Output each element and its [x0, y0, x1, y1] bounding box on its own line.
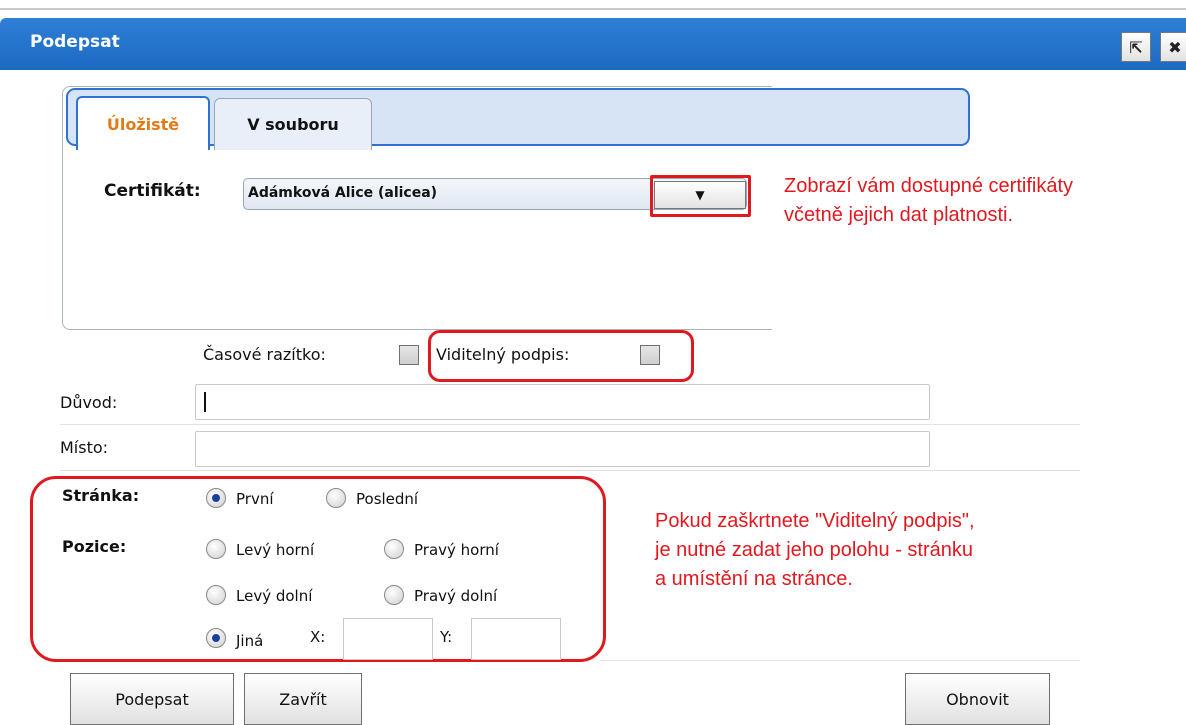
dialog-titlebar[interactable]: Podepsat ⇱ ✖	[0, 18, 1186, 70]
tab-storage-label: Úložistě	[106, 114, 180, 134]
sign-button[interactable]: Podepsat	[70, 673, 234, 725]
divider	[60, 470, 1080, 471]
certificate-label: Certifikát:	[104, 181, 201, 201]
position-annotation-line-3: a umístění na stránce.	[655, 568, 853, 590]
place-input[interactable]	[195, 431, 930, 467]
position-top-left-radio[interactable]	[206, 539, 226, 559]
position-bottom-left-label: Levý dolní	[236, 587, 313, 605]
divider	[600, 660, 1080, 661]
position-top-left-label: Levý horní	[236, 541, 315, 559]
highlight-certificate-dropdown	[650, 175, 751, 217]
page-first-label: První	[236, 490, 274, 508]
highlight-visible-signature	[428, 330, 694, 382]
dialog-title: Podepsat	[30, 32, 120, 52]
reason-label: Důvod:	[60, 393, 118, 412]
top-divider	[0, 8, 1186, 10]
x-input[interactable]	[343, 618, 433, 660]
certificate-annotation-line-1: Zobrazí vám dostupné certifikáty	[784, 175, 1074, 197]
popout-button[interactable]: ⇱	[1121, 32, 1151, 62]
popout-icon: ⇱	[1129, 37, 1143, 57]
text-caret	[204, 392, 206, 412]
position-label: Pozice:	[62, 537, 127, 556]
position-bottom-left-radio[interactable]	[206, 585, 226, 605]
position-bottom-right-radio[interactable]	[384, 585, 404, 605]
position-top-right-radio[interactable]	[384, 539, 404, 559]
close-window-button[interactable]: ✖	[1160, 32, 1186, 62]
y-input[interactable]	[471, 618, 561, 660]
page-label: Stránka:	[62, 486, 140, 505]
x-label: X:	[310, 628, 326, 646]
close-button[interactable]: Zavřít	[244, 673, 362, 725]
certificate-annotation: Zobrazí vám dostupné certifikáty včetně …	[784, 172, 1073, 230]
place-label: Místo:	[60, 438, 109, 457]
position-other-label: Jiná	[236, 632, 264, 650]
position-annotation-line-1: Pokud zaškrtnete "Viditelný podpis",	[655, 510, 975, 532]
tab-in-file-label: V souboru	[247, 115, 339, 134]
position-annotation: Pokud zaškrtnete "Viditelný podpis", je …	[655, 507, 975, 594]
position-other-radio[interactable]	[206, 628, 226, 648]
page-last-label: Poslední	[356, 490, 419, 508]
position-top-right-label: Pravý horní	[414, 541, 499, 559]
page-first-radio[interactable]	[206, 488, 226, 508]
reason-input[interactable]	[195, 384, 930, 420]
tab-storage[interactable]: Úložistě	[76, 96, 210, 150]
page-last-radio[interactable]	[326, 488, 346, 508]
tab-in-file[interactable]: V souboru	[214, 98, 372, 150]
certificate-value: Adámková Alice (alicea)	[248, 185, 438, 201]
position-bottom-right-label: Pravý dolní	[414, 587, 498, 605]
timestamp-label: Časové razítko:	[203, 345, 326, 364]
y-label: Y:	[440, 628, 453, 646]
divider	[60, 424, 1080, 425]
close-icon: ✖	[1168, 37, 1182, 57]
refresh-button[interactable]: Obnovit	[905, 673, 1050, 725]
tab-strip: Úložistě V souboru	[66, 88, 970, 150]
position-annotation-line-2: je nutné zadat jeho polohu - stránku	[655, 539, 973, 561]
timestamp-checkbox[interactable]	[399, 345, 419, 365]
certificate-annotation-line-2: včetně jejich dat platnosti.	[784, 204, 1014, 226]
